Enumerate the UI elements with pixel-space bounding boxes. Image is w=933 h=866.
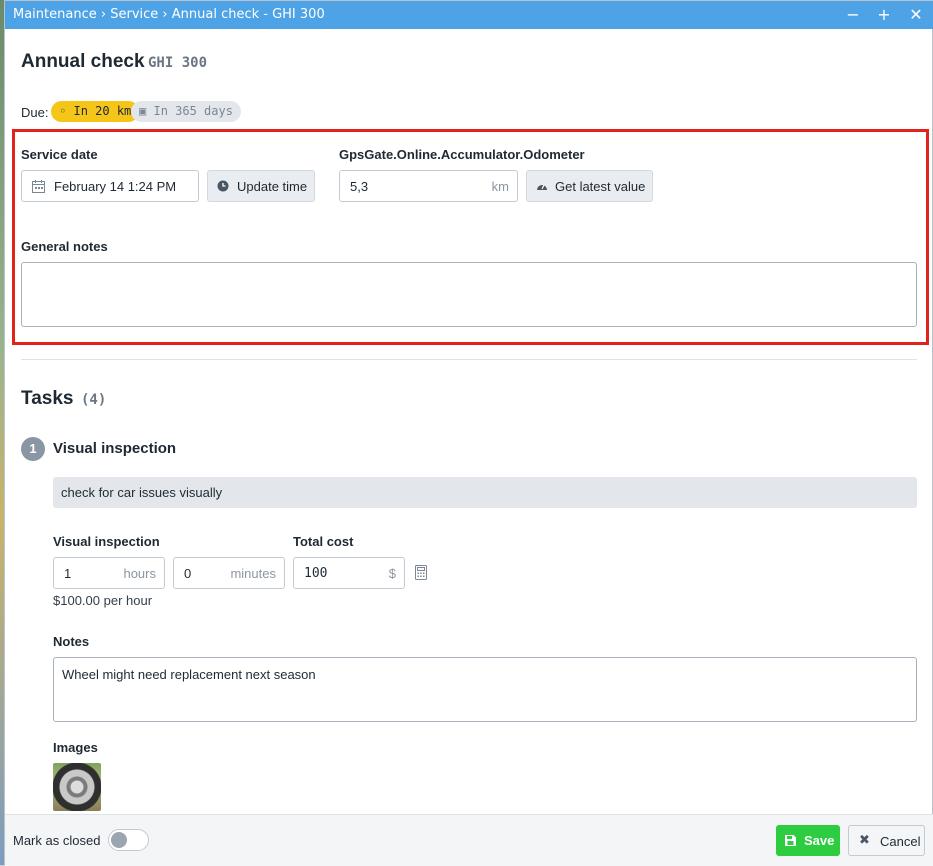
task-time-label: Visual inspection	[53, 534, 160, 549]
due-days-text: In 365 days	[153, 104, 233, 118]
get-latest-value-button[interactable]: Get latest value	[526, 170, 653, 202]
task-description-text: check for car issues visually	[61, 485, 223, 500]
hours-value: 1	[64, 566, 72, 581]
clock-icon	[217, 180, 229, 192]
task-number-badge: 1	[21, 437, 45, 461]
toggle-knob	[111, 832, 127, 848]
due-days-badge: ▣ In 365 days	[131, 101, 241, 122]
task-description: check for car issues visually	[53, 477, 917, 508]
hours-input[interactable]: 1 hours	[53, 557, 165, 589]
mark-closed-label: Mark as closed	[13, 833, 101, 848]
task-notes-label: Notes	[53, 634, 90, 649]
total-cost-input[interactable]: 100 $	[293, 557, 405, 589]
hours-unit: hours	[123, 566, 156, 581]
odometer-unit: km	[491, 179, 509, 194]
section-divider	[21, 359, 917, 360]
total-cost-unit: $	[388, 566, 396, 581]
title-bar: Maintenance › Service › Annual check - G…	[5, 1, 933, 29]
general-notes-input[interactable]	[21, 262, 917, 327]
breadcrumb-separator: ›	[100, 7, 107, 22]
save-button[interactable]: Save	[776, 825, 840, 856]
calendar-icon: ▣	[139, 104, 147, 118]
mark-closed-toggle[interactable]	[108, 829, 149, 851]
save-label: Save	[804, 833, 835, 848]
dialog-content: Annual check GHI 300 Due: ◦ In 20 km ▣ I…	[5, 29, 933, 814]
task-notes-value: Wheel might need replacement next season	[62, 667, 316, 682]
odometer-label: GpsGate.Online.Accumulator.Odometer	[339, 147, 585, 162]
maximize-icon[interactable]: +	[874, 5, 894, 25]
general-notes-label: General notes	[21, 239, 108, 254]
due-label: Due:	[21, 105, 49, 120]
service-date-label: Service date	[21, 147, 98, 162]
images-label: Images	[53, 740, 98, 755]
breadcrumb-service[interactable]: Service	[110, 7, 158, 22]
tasks-count: (4)	[81, 392, 107, 408]
close-icon: ✖	[859, 833, 870, 848]
calendar-icon	[32, 180, 45, 193]
floppy-disk-icon	[785, 835, 796, 846]
gauge-icon: ◦	[59, 104, 67, 118]
vehicle-name: GHI 300	[148, 55, 208, 71]
gauge-icon	[537, 184, 547, 190]
breadcrumb: Maintenance › Service › Annual check - G…	[13, 7, 325, 22]
get-latest-value-label: Get latest value	[555, 179, 646, 194]
minutes-value: 0	[184, 566, 192, 581]
update-time-label: Update time	[237, 179, 308, 194]
task-name: Visual inspection	[53, 440, 177, 457]
minimize-icon[interactable]: −	[843, 5, 863, 25]
breadcrumb-current: Annual check - GHI 300	[171, 7, 325, 22]
odometer-value: 5,3	[350, 179, 369, 194]
cancel-label: Cancel	[880, 834, 921, 849]
page-title: Annual check	[21, 51, 145, 72]
odometer-field[interactable]: 5,3 km	[339, 170, 518, 202]
service-dialog: Maintenance › Service › Annual check - G…	[4, 0, 933, 866]
minutes-unit: minutes	[230, 566, 276, 581]
dialog-footer: Mark as closed Save ✖ Cancel	[5, 814, 933, 866]
service-date-field[interactable]: February 14 1:24 PM	[21, 170, 199, 202]
service-date-value: February 14 1:24 PM	[54, 179, 177, 194]
minutes-input[interactable]: 0 minutes	[173, 557, 285, 589]
due-distance-badge: ◦ In 20 km	[51, 101, 140, 122]
total-cost-label: Total cost	[293, 534, 354, 549]
task-notes-input[interactable]: Wheel might need replacement next season	[53, 657, 917, 722]
hourly-rate: $100.00 per hour	[53, 593, 153, 608]
due-distance-text: In 20 km	[73, 104, 132, 118]
breadcrumb-maintenance[interactable]: Maintenance	[13, 7, 97, 22]
close-icon[interactable]: ✕	[906, 5, 926, 25]
breadcrumb-separator: ›	[162, 7, 168, 22]
calculator-icon[interactable]	[415, 565, 427, 580]
total-cost-value: 100	[304, 566, 328, 581]
tasks-title: Tasks	[21, 388, 74, 409]
update-time-button[interactable]: Update time	[207, 170, 315, 202]
wheel-image-thumbnail[interactable]	[53, 763, 101, 811]
cancel-button[interactable]: ✖ Cancel	[848, 825, 925, 856]
